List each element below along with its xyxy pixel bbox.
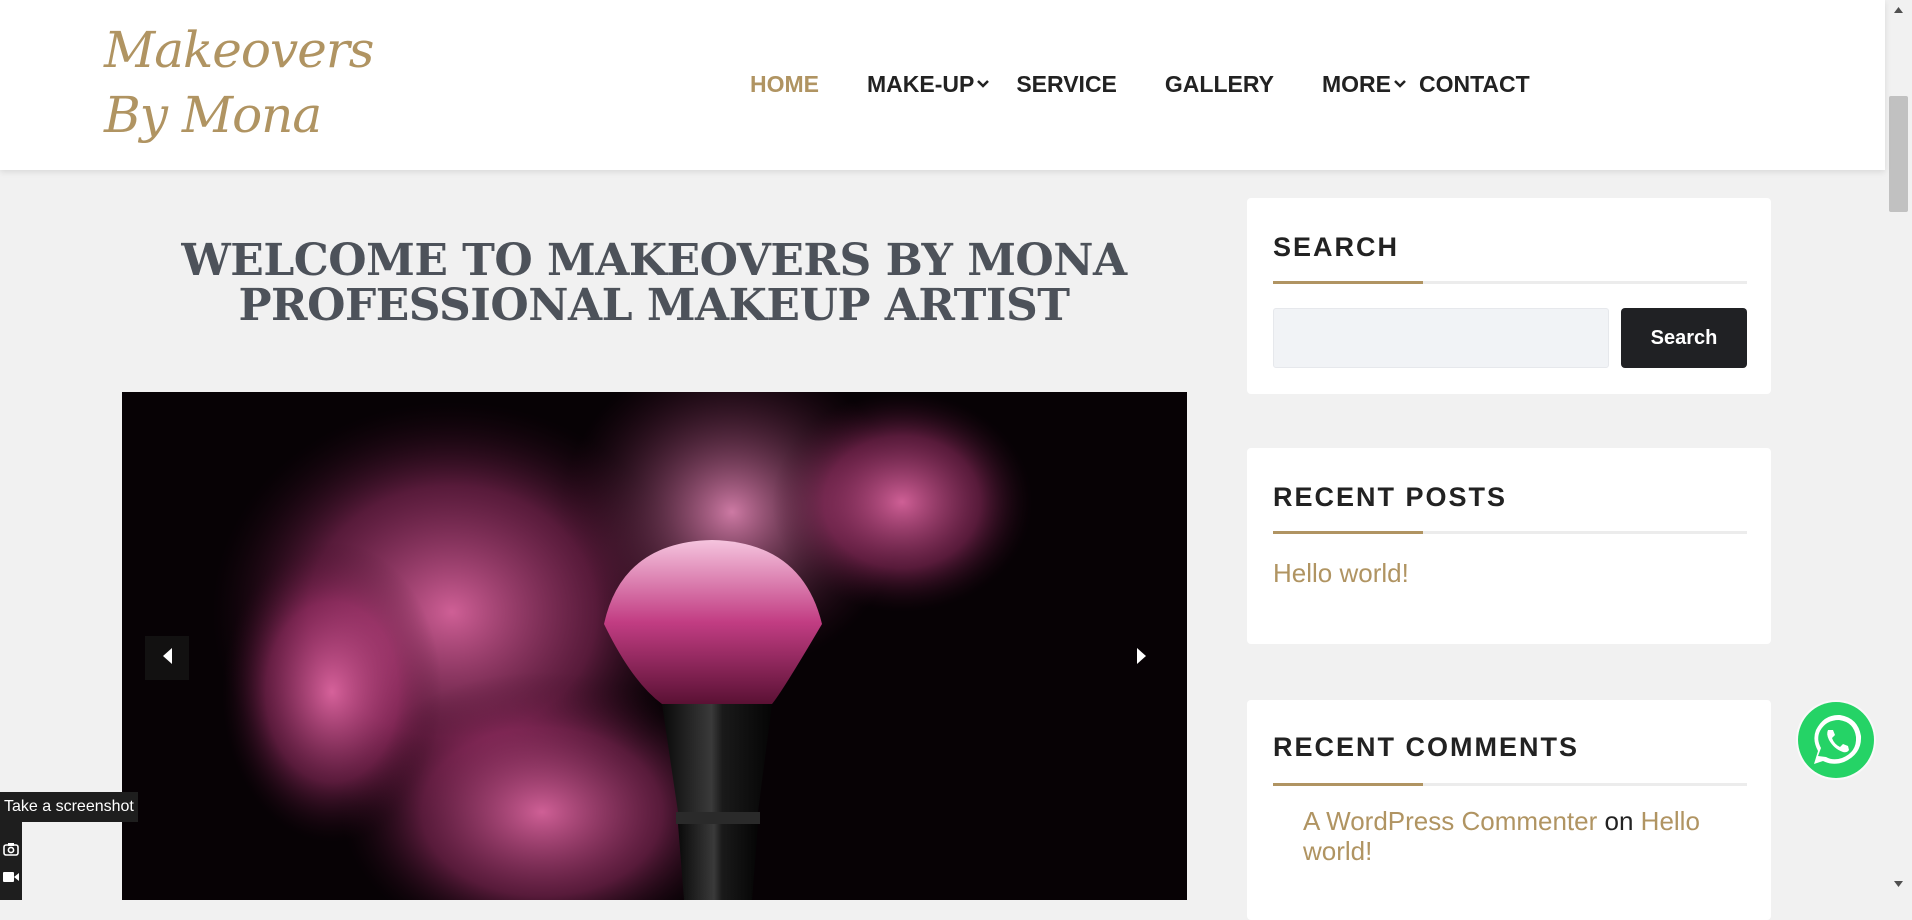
- whatsapp-icon: [1788, 700, 1884, 794]
- nav-gallery-label: GALLERY: [1164, 70, 1274, 97]
- video-icon: [2, 870, 20, 889]
- nav-contact-label: CONTACT: [1418, 70, 1530, 97]
- chevron-down-icon: [1393, 77, 1407, 91]
- record-button[interactable]: [0, 866, 22, 892]
- recent-posts-title: RECENT POSTS: [1273, 482, 1508, 512]
- nav-home-label: HOME: [750, 70, 819, 97]
- recent-comment-item: A WordPress Commenter on Hello world!: [1303, 806, 1733, 866]
- recent-posts-widget: RECENT POSTS Hello world!: [1247, 448, 1771, 644]
- divider: [1273, 281, 1747, 284]
- comment-connector: on: [1604, 806, 1634, 836]
- arrow-right-icon: [1135, 646, 1149, 671]
- site-header: Makeovers By Mona HOME MAKE-UP SERVICE G…: [0, 0, 1885, 170]
- search-widget: SEARCH Search: [1247, 198, 1771, 394]
- slider-next-button[interactable]: [1120, 636, 1164, 680]
- scrollbar-thumb[interactable]: [1889, 96, 1908, 212]
- nav-gallery[interactable]: GALLERY: [1165, 71, 1274, 98]
- recent-comments-title: RECENT COMMENTS: [1273, 732, 1579, 762]
- nav-more-label: MORE: [1321, 70, 1391, 97]
- whatsapp-button[interactable]: [1788, 694, 1884, 790]
- chevron-down-icon: [976, 77, 990, 91]
- camera-icon: [3, 842, 19, 861]
- capture-toolbar: [0, 822, 22, 900]
- site-logo[interactable]: Makeovers By Mona: [104, 18, 434, 148]
- comment-author-link[interactable]: A WordPress Commenter: [1303, 806, 1597, 836]
- nav-more[interactable]: MORE: [1322, 71, 1407, 98]
- search-input[interactable]: [1273, 308, 1609, 368]
- nav-make-up-label: MAKE-UP: [867, 70, 975, 97]
- main-nav: HOME MAKE-UP SERVICE GALLERY MORE CONTAC…: [750, 66, 1530, 102]
- nav-home[interactable]: HOME: [750, 71, 819, 98]
- nav-service[interactable]: SERVICE: [1016, 71, 1117, 98]
- search-widget-title: SEARCH: [1273, 232, 1400, 262]
- page-title: WELCOME TO MAKEOVERS BY MONA PROFESSIONA…: [122, 238, 1186, 328]
- scroll-up-arrow-icon[interactable]: [1889, 2, 1908, 18]
- page-title-line1: WELCOME TO MAKEOVERS BY MONA: [181, 235, 1127, 286]
- search-button[interactable]: Search: [1621, 308, 1747, 368]
- recent-post-link[interactable]: Hello world!: [1273, 558, 1409, 589]
- nav-service-label: SERVICE: [1016, 70, 1117, 97]
- nav-make-up[interactable]: MAKE-UP: [867, 71, 990, 98]
- nav-contact[interactable]: CONTACT: [1419, 71, 1530, 98]
- screenshot-button[interactable]: [0, 838, 22, 864]
- screenshot-tooltip: Take a screenshot: [0, 792, 138, 822]
- scroll-down-arrow-icon[interactable]: [1889, 876, 1908, 892]
- recent-comments-widget: RECENT COMMENTS A WordPress Commenter on…: [1247, 700, 1771, 920]
- hero-slider[interactable]: [122, 392, 1187, 900]
- divider: [1273, 531, 1747, 534]
- arrow-left-icon: [160, 646, 174, 671]
- slider-prev-button[interactable]: [145, 636, 189, 680]
- page-title-line2: PROFESSIONAL MAKEUP ARTIST: [238, 280, 1070, 331]
- hero-image: [122, 392, 1187, 900]
- divider: [1273, 783, 1747, 786]
